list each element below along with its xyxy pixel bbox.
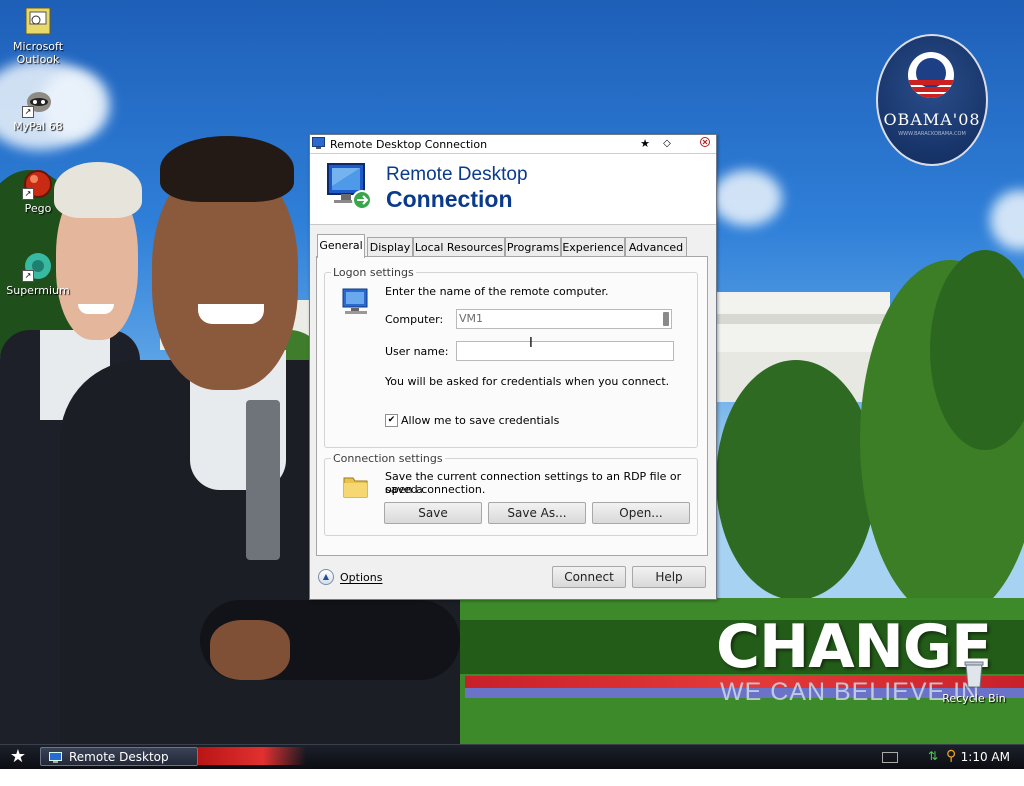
hair (160, 136, 294, 202)
allow-save-checkbox[interactable]: ✔ (385, 414, 398, 427)
logon-instruction: Enter the name of the remote computer. (385, 285, 609, 298)
rdc-logo-icon (326, 160, 374, 212)
shortcut-arrow-icon: ↗ (22, 106, 34, 118)
desktop-icon-label: MyPal 68 (13, 120, 63, 133)
allow-save-label[interactable]: Allow me to save credentials (401, 414, 559, 427)
username-input[interactable] (456, 341, 674, 361)
close-icon[interactable] (696, 136, 714, 152)
supermium-icon: ↗ (22, 250, 54, 282)
red-orb-icon: ↗ (22, 168, 54, 200)
desktop-icon-outlook[interactable]: Microsoft Outlook (0, 6, 76, 66)
search-icon[interactable]: ⚲ (946, 748, 956, 764)
options-toggle-icon[interactable]: ▲ (318, 569, 334, 585)
logon-settings-title: Logon settings (331, 266, 416, 279)
desktop-icon-pego[interactable]: ↗ Pego (0, 168, 76, 215)
start-star-icon[interactable]: ★ (8, 747, 28, 767)
connection-description-line2: saved connection. (385, 483, 486, 496)
tab-local-resources[interactable]: Local Resources (413, 237, 505, 257)
raccoon-icon: ↗ (22, 86, 54, 118)
title-bar[interactable]: Remote Desktop Connection ★ ◇ (310, 135, 716, 154)
teeth (78, 304, 114, 314)
badge-small-text: WWW.BARACKOBAMA.COM (898, 131, 966, 137)
computer-combobox[interactable]: VM1 (456, 309, 672, 329)
tab-experience[interactable]: Experience (561, 237, 625, 257)
header-banner: Remote Desktop Connection (310, 154, 716, 225)
taskbar-item-remote-desktop[interactable]: Remote Desktop Co... (40, 747, 198, 783)
obama-08-badge: OBAMA'08 WWW.BARACKOBAMA.COM (876, 34, 988, 166)
badge-text: OBAMA'08 (883, 110, 981, 129)
computer-icon (341, 287, 373, 317)
taskbar-item-label: Remote Desktop Co... (69, 750, 169, 783)
tab-display[interactable]: Display (367, 237, 413, 257)
outlook-icon (22, 6, 54, 38)
computer-value: VM1 (459, 312, 484, 325)
task-highlight (198, 747, 306, 765)
shortcut-arrow-icon: ↗ (22, 270, 34, 282)
desktop-icon-label: Microsoft Outlook (12, 40, 64, 66)
rdc-small-icon (49, 751, 63, 763)
desktop-icon-recycle-bin[interactable]: Recycle Bin (936, 658, 1012, 705)
options-link[interactable]: Options (340, 571, 382, 584)
recycle-bin-icon (958, 658, 990, 690)
tie (246, 400, 280, 560)
keyboard-icon[interactable] (882, 752, 898, 763)
open-button[interactable]: Open... (592, 502, 690, 524)
pin-star-icon[interactable]: ★ (636, 136, 654, 152)
dropdown-handle-icon[interactable] (663, 312, 669, 326)
shortcut-arrow-icon: ↗ (22, 188, 34, 200)
obama-logo-icon (908, 52, 954, 98)
save-button[interactable]: Save (384, 502, 482, 524)
help-button[interactable]: Help (632, 566, 706, 588)
banner-title-line1: Remote Desktop (386, 164, 528, 185)
connect-button[interactable]: Connect (552, 566, 626, 588)
tab-general[interactable]: General (317, 234, 365, 258)
save-as-button[interactable]: Save As... (488, 502, 586, 524)
cloud (712, 170, 782, 226)
desktop: OBAMA'08 WWW.BARACKOBAMA.COM CHANGE WE C… (0, 0, 1024, 744)
desktop-icon-mypal[interactable]: ↗ MyPal 68 (0, 86, 76, 133)
banner-title-line2: Connection (386, 186, 513, 212)
teeth (198, 304, 264, 324)
desktop-icon-supermium[interactable]: ↗ Supermium (0, 250, 76, 297)
rdc-small-icon (312, 137, 326, 150)
desktop-icon-label: Supermium (6, 284, 70, 297)
network-icon[interactable]: ⇅ (928, 749, 938, 763)
remote-desktop-window: Remote Desktop Connection ★ ◇ Remote Des… (309, 134, 717, 600)
tab-programs[interactable]: Programs (505, 237, 561, 257)
connection-settings-title: Connection settings (331, 452, 445, 465)
desktop-icon-label: Pego (24, 202, 52, 215)
folder-icon (341, 471, 371, 501)
system-tray: ⇅ ⚲ 1:10 AM (864, 745, 1024, 769)
general-tab-panel: Logon settings Enter the name of the rem… (316, 256, 708, 556)
restore-icon[interactable]: ◇ (658, 136, 676, 152)
white-house-cornice (714, 314, 894, 324)
username-label: User name: (385, 345, 449, 358)
cloud (990, 190, 1024, 250)
tab-advanced[interactable]: Advanced (625, 237, 687, 257)
text-cursor-icon: I (529, 336, 533, 351)
taskbar: ★ Remote Desktop Co... ⇅ ⚲ 1:10 AM (0, 744, 1024, 783)
computer-label: Computer: (385, 313, 444, 326)
tree (716, 360, 876, 600)
credentials-note: You will be asked for credentials when y… (385, 375, 670, 388)
clock[interactable]: 1:10 AM (961, 750, 1010, 764)
desktop-icon-label: Recycle Bin (942, 692, 1006, 705)
hand (210, 620, 290, 680)
window-title: Remote Desktop Connection (330, 138, 488, 151)
